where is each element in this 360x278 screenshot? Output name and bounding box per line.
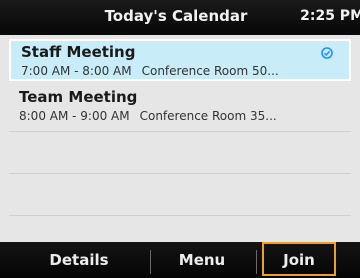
header-bar: Today's Calendar 2:25 PM xyxy=(0,0,360,32)
meeting-row-team[interactable]: Team Meeting 8:00 AM - 9:00 AM Conference… xyxy=(9,86,351,128)
sync-icon xyxy=(321,47,333,59)
meeting-details: 8:00 AM - 9:00 AM Conference Room 35... xyxy=(19,109,345,123)
meeting-details: 7:00 AM - 8:00 AM Conference Room 50... xyxy=(21,64,347,78)
meeting-subject: Staff Meeting xyxy=(21,43,136,61)
phone-screen: Today's Calendar 2:25 PM Staff Meeting 7… xyxy=(0,0,360,278)
softkey-divider xyxy=(256,250,257,274)
row-divider xyxy=(9,215,351,216)
meeting-location: Conference Room 35... xyxy=(139,109,277,123)
row-divider xyxy=(9,173,351,174)
meeting-subject: Team Meeting xyxy=(19,88,138,106)
menu-softkey[interactable]: Menu xyxy=(150,242,254,278)
meeting-time: 8:00 AM - 9:00 AM xyxy=(19,109,130,123)
details-softkey[interactable]: Details xyxy=(10,242,148,278)
meeting-list: Staff Meeting 7:00 AM - 8:00 AM Conferenc… xyxy=(0,35,360,242)
clock-time: 2:25 PM xyxy=(300,8,360,24)
join-softkey[interactable]: Join xyxy=(262,242,336,276)
meeting-row-staff[interactable]: Staff Meeting 7:00 AM - 8:00 AM Conferenc… xyxy=(9,39,351,81)
softkey-bar: Details Menu Join xyxy=(0,242,360,278)
meeting-time: 7:00 AM - 8:00 AM xyxy=(21,64,132,78)
meeting-location: Conference Room 50... xyxy=(141,64,279,78)
row-divider xyxy=(9,131,351,132)
